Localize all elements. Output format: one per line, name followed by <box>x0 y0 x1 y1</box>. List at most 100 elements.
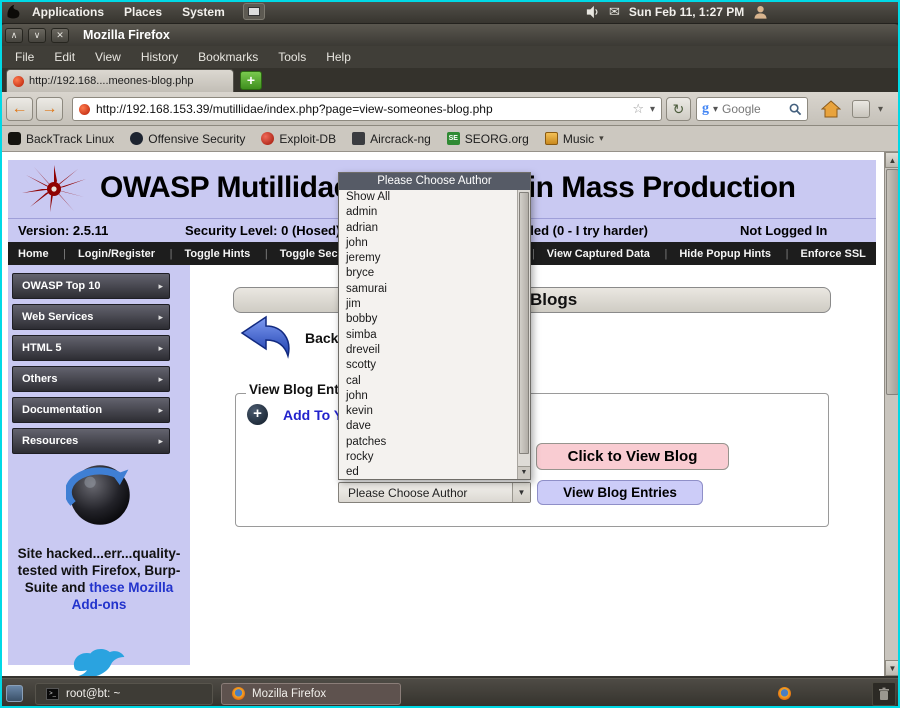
bookmark-aircrack[interactable]: Aircrack-ng <box>352 132 431 146</box>
dropdown-scrollbar[interactable]: ▼ <box>517 190 530 479</box>
show-desktop-button[interactable] <box>6 685 23 702</box>
system-menu[interactable]: System <box>172 5 235 19</box>
scroll-down-icon[interactable]: ▼ <box>885 660 900 676</box>
reload-button[interactable]: ↻ <box>666 97 691 121</box>
bookmark-backtrack[interactable]: BackTrack Linux <box>8 132 114 146</box>
bookmark-seorg[interactable]: SE SEORG.org <box>447 132 529 146</box>
dropdown-option[interactable]: john <box>339 389 517 404</box>
toolbar-overflow-icon[interactable]: ▾ <box>878 104 883 115</box>
author-select-second[interactable]: Please Choose Author ▼ <box>338 482 531 503</box>
page-tools-icon[interactable] <box>852 100 870 118</box>
sidebar-menu-item[interactable]: Resources ▸ <box>12 428 170 454</box>
chevron-right-icon: ▸ <box>158 336 163 360</box>
forward-button[interactable]: → <box>36 97 63 121</box>
menubar-item[interactable]: Bookmarks <box>189 48 267 66</box>
window-close-button[interactable]: ✕ <box>51 28 69 43</box>
dropdown-option[interactable]: rocky <box>339 450 517 465</box>
panel-app-launcher[interactable] <box>243 3 265 20</box>
browser-scrollbar[interactable]: ▲ ▼ <box>884 152 900 676</box>
url-dropdown-icon[interactable]: ▾ <box>650 104 655 115</box>
dropdown-option[interactable]: jeremy <box>339 251 517 266</box>
menubar-item[interactable]: History <box>132 48 187 66</box>
window-shade-button[interactable]: ∧ <box>5 28 23 43</box>
dropdown-option[interactable]: dreveil <box>339 343 517 358</box>
page-nav-item[interactable]: Toggle Hints <box>170 248 251 260</box>
mutillidae-logo-icon <box>20 165 88 213</box>
bookmark-offensive-security[interactable]: Offensive Security <box>130 132 245 146</box>
home-button[interactable] <box>818 97 844 121</box>
sidebar-menu-item[interactable]: Documentation ▸ <box>12 397 170 423</box>
back-arrow-icon[interactable] <box>238 314 294 360</box>
page-nav-item[interactable]: Login/Register <box>63 248 155 260</box>
speaker-icon[interactable] <box>586 5 600 19</box>
taskbar-item-terminal[interactable]: >_ root@bt: ~ <box>35 683 213 705</box>
sidebar-menu-item[interactable]: OWASP Top 10 ▸ <box>12 273 170 299</box>
trash-applet[interactable] <box>872 682 896 706</box>
dropdown-option[interactable]: cal <box>339 374 517 389</box>
dropdown-option[interactable]: patches <box>339 435 517 450</box>
back-button[interactable]: ← <box>6 97 33 121</box>
view-blog-entries-button[interactable]: View Blog Entries <box>537 480 703 505</box>
firefox-tray-icon[interactable] <box>778 687 791 700</box>
taskbar-item-firefox[interactable]: Mozilla Firefox <box>221 683 401 705</box>
active-tab[interactable]: http://192.168....meones-blog.php <box>6 69 234 92</box>
sidebar-menu-item[interactable]: HTML 5 ▸ <box>12 335 170 361</box>
sidebar-menu-item[interactable]: Others ▸ <box>12 366 170 392</box>
dropdown-option[interactable]: ed <box>339 465 517 479</box>
dropdown-option[interactable]: samurai <box>339 282 517 297</box>
dropdown-option[interactable]: bobby <box>339 312 517 327</box>
page-nav-item[interactable]: View Captured Data <box>532 248 650 260</box>
dropdown-option[interactable]: kevin <box>339 404 517 419</box>
search-engine-dropdown-icon[interactable]: ▾ <box>713 104 718 115</box>
scroll-up-icon[interactable]: ▲ <box>885 152 900 168</box>
window-minimize-button[interactable]: ∨ <box>28 28 46 43</box>
dropdown-option[interactable]: bryce <box>339 266 517 281</box>
dropdown-option[interactable]: adrian <box>339 221 517 236</box>
dropdown-option[interactable]: john <box>339 236 517 251</box>
dropdown-option[interactable]: admin <box>339 205 517 220</box>
dropdown-option[interactable]: dave <box>339 419 517 434</box>
bookmark-folder-music[interactable]: Music ▾ <box>545 132 604 146</box>
search-box[interactable]: g ▾ Google <box>696 97 808 121</box>
menubar-item[interactable]: Edit <box>45 48 84 66</box>
navigation-toolbar: ← → http://192.168.153.39/mutillidae/ind… <box>0 92 900 126</box>
mail-icon[interactable]: ✉ <box>609 4 620 20</box>
dropdown-option[interactable]: simba <box>339 328 517 343</box>
url-bar[interactable]: http://192.168.153.39/mutillidae/index.p… <box>72 97 662 121</box>
search-magnifier-icon[interactable] <box>789 103 802 116</box>
bookmark-star-icon[interactable]: ☆ <box>632 101 644 117</box>
chevron-down-icon: ▾ <box>599 133 604 144</box>
tab-strip: http://192.168....meones-blog.php + <box>0 68 900 92</box>
panel-clock[interactable]: Sun Feb 11, 1:27 PM <box>629 5 744 19</box>
user-icon[interactable] <box>753 4 768 20</box>
dropdown-option[interactable]: jim <box>339 297 517 312</box>
bookmark-exploit-db[interactable]: Exploit-DB <box>261 132 336 146</box>
desktop-screen: Applications Places System ✉ Sun Feb 11,… <box>0 0 900 708</box>
menubar-item[interactable]: File <box>6 48 43 66</box>
menubar-item[interactable]: Help <box>317 48 360 66</box>
twitter-bird-icon <box>70 647 128 676</box>
back-link[interactable]: Back <box>305 330 338 346</box>
url-text[interactable]: http://192.168.153.39/mutillidae/index.p… <box>96 102 626 116</box>
page-nav-item[interactable]: Home <box>18 248 49 260</box>
dropdown-option[interactable]: scotty <box>339 358 517 373</box>
dropdown-selected-option[interactable]: Please Choose Author <box>339 173 530 190</box>
add-plus-icon[interactable]: + <box>247 404 268 425</box>
scrollbar-thumb[interactable] <box>886 169 899 395</box>
dropdown-option[interactable]: Show All <box>339 190 517 205</box>
new-tab-button[interactable]: + <box>240 71 262 90</box>
window-titlebar[interactable]: ∧ ∨ ✕ Mozilla Firefox <box>0 24 900 46</box>
menubar-item[interactable]: View <box>86 48 130 66</box>
dropdown-scrollbar-thumb[interactable] <box>519 192 529 454</box>
applications-menu[interactable]: Applications <box>22 5 114 19</box>
sidebar-menu-item[interactable]: Web Services ▸ <box>12 304 170 330</box>
seorg-icon: SE <box>447 132 460 145</box>
search-input[interactable]: Google <box>722 102 785 116</box>
dropdown-scroll-down-icon[interactable]: ▼ <box>518 466 530 479</box>
click-to-view-blog-button[interactable]: Click to View Blog <box>536 443 729 470</box>
select-arrow-icon[interactable]: ▼ <box>512 483 530 502</box>
page-nav-item[interactable]: Enforce SSL <box>786 248 866 260</box>
menubar-item[interactable]: Tools <box>269 48 315 66</box>
places-menu[interactable]: Places <box>114 5 172 19</box>
page-nav-item[interactable]: Hide Popup Hints <box>665 248 772 260</box>
